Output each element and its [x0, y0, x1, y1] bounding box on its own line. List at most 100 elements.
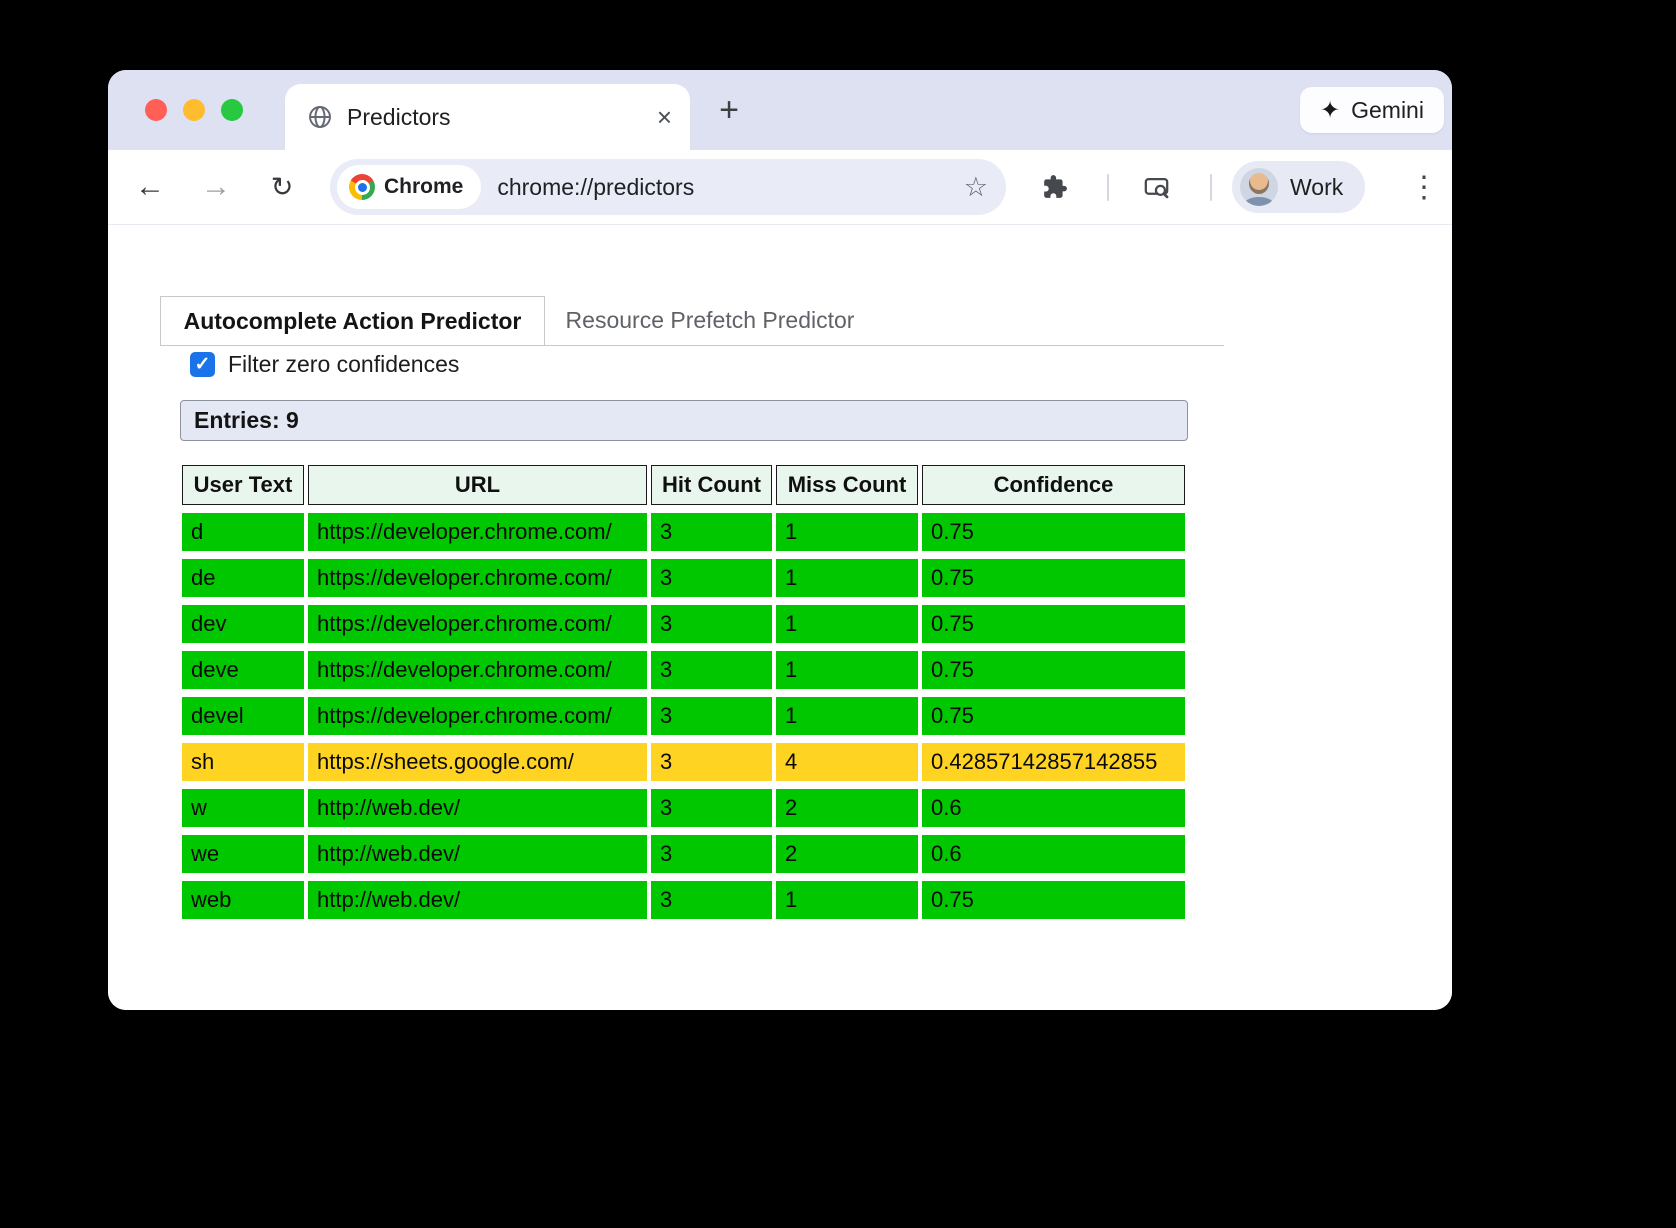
cell-confidence: 0.75	[922, 559, 1185, 597]
back-button[interactable]: ←	[128, 165, 172, 209]
cell-confidence: 0.6	[922, 789, 1185, 827]
tab-search-icon[interactable]	[1134, 165, 1178, 209]
chrome-chip[interactable]: Chrome	[337, 165, 481, 209]
browser-toolbar: ← → ↻ Chrome chrome://predictors ☆	[108, 150, 1452, 225]
table-body: dhttps://developer.chrome.com/310.75deht…	[182, 513, 1185, 919]
cell-miss-count: 2	[776, 789, 918, 827]
cell-hit-count: 3	[651, 605, 772, 643]
column-header: URL	[308, 465, 647, 505]
predictor-tabbar: Autocomplete Action Predictor Resource P…	[160, 296, 1224, 346]
cell-miss-count: 1	[776, 697, 918, 735]
tab-resource-prefetch-predictor[interactable]: Resource Prefetch Predictor	[545, 296, 875, 345]
minimize-window-button[interactable]	[183, 99, 205, 121]
cell-url: https://developer.chrome.com/	[308, 651, 647, 689]
cell-url: https://sheets.google.com/	[308, 743, 647, 781]
cell-confidence: 0.6	[922, 835, 1185, 873]
filter-row: ✓ Filter zero confidences	[190, 351, 459, 378]
cell-user-text: deve	[182, 651, 304, 689]
cell-hit-count: 3	[651, 789, 772, 827]
forward-button[interactable]: →	[194, 165, 238, 209]
table-row: webhttp://web.dev/310.75	[182, 881, 1185, 919]
gemini-sparkle-icon: ✦	[1320, 96, 1340, 125]
column-header: User Text	[182, 465, 304, 505]
globe-icon	[307, 104, 333, 130]
gemini-label: Gemini	[1351, 97, 1424, 124]
table-row: devhttps://developer.chrome.com/310.75	[182, 605, 1185, 643]
column-header: Miss Count	[776, 465, 918, 505]
tab-autocomplete-action-predictor[interactable]: Autocomplete Action Predictor	[160, 296, 545, 345]
cell-confidence: 0.42857142857142855	[922, 743, 1185, 781]
cell-url: http://web.dev/	[308, 881, 647, 919]
column-header: Confidence	[922, 465, 1185, 505]
cell-url: http://web.dev/	[308, 789, 647, 827]
cell-user-text: devel	[182, 697, 304, 735]
cell-confidence: 0.75	[922, 513, 1185, 551]
tab-strip: Predictors × + ✦ Gemini	[108, 70, 1452, 150]
cell-confidence: 0.75	[922, 697, 1185, 735]
cell-user-text: sh	[182, 743, 304, 781]
extensions-icon[interactable]	[1033, 165, 1077, 209]
cell-miss-count: 4	[776, 743, 918, 781]
filter-zero-confidences-checkbox[interactable]: ✓	[190, 352, 215, 377]
chrome-logo-icon	[349, 174, 375, 200]
cell-user-text: w	[182, 789, 304, 827]
cell-url: https://developer.chrome.com/	[308, 697, 647, 735]
browser-tab[interactable]: Predictors ×	[285, 84, 690, 150]
profile-chip[interactable]: Work	[1232, 161, 1365, 213]
predictors-table: User TextURLHit CountMiss CountConfidenc…	[178, 457, 1189, 927]
cell-user-text: we	[182, 835, 304, 873]
table-row: wehttp://web.dev/320.6	[182, 835, 1185, 873]
close-window-button[interactable]	[145, 99, 167, 121]
cell-hit-count: 3	[651, 743, 772, 781]
table-row: whttp://web.dev/320.6	[182, 789, 1185, 827]
cell-hit-count: 3	[651, 881, 772, 919]
column-header: Hit Count	[651, 465, 772, 505]
avatar	[1240, 168, 1278, 206]
profile-label: Work	[1290, 174, 1343, 201]
cell-url: https://developer.chrome.com/	[308, 513, 647, 551]
cell-confidence: 0.75	[922, 651, 1185, 689]
table-header-row: User TextURLHit CountMiss CountConfidenc…	[182, 465, 1185, 505]
url-text[interactable]: chrome://predictors	[497, 174, 694, 201]
page-content: Autocomplete Action Predictor Resource P…	[108, 225, 1452, 1010]
tab-title: Predictors	[347, 104, 657, 131]
cell-url: http://web.dev/	[308, 835, 647, 873]
reload-button[interactable]: ↻	[260, 165, 304, 209]
cell-hit-count: 3	[651, 651, 772, 689]
cell-miss-count: 1	[776, 881, 918, 919]
toolbar-divider	[1107, 174, 1109, 201]
address-bar[interactable]: Chrome chrome://predictors ☆	[330, 159, 1006, 215]
cell-confidence: 0.75	[922, 605, 1185, 643]
entries-count-bar: Entries: 9	[180, 400, 1188, 441]
gemini-button[interactable]: ✦ Gemini	[1300, 87, 1444, 133]
table-row: shhttps://sheets.google.com/340.42857142…	[182, 743, 1185, 781]
cell-miss-count: 2	[776, 835, 918, 873]
table-row: dhttps://developer.chrome.com/310.75	[182, 513, 1185, 551]
cell-hit-count: 3	[651, 513, 772, 551]
cell-url: https://developer.chrome.com/	[308, 605, 647, 643]
new-tab-button[interactable]: +	[707, 88, 751, 132]
cell-hit-count: 3	[651, 697, 772, 735]
cell-miss-count: 1	[776, 605, 918, 643]
cell-confidence: 0.75	[922, 881, 1185, 919]
cell-user-text: dev	[182, 605, 304, 643]
browser-window: Predictors × + ✦ Gemini ← → ↻ Chrome chr…	[108, 70, 1452, 1010]
table-row: develhttps://developer.chrome.com/310.75	[182, 697, 1185, 735]
table-row: dehttps://developer.chrome.com/310.75	[182, 559, 1185, 597]
menu-kebab-icon[interactable]: ⋮	[1402, 165, 1446, 209]
cell-hit-count: 3	[651, 835, 772, 873]
cell-user-text: web	[182, 881, 304, 919]
toolbar-divider	[1210, 174, 1212, 201]
chrome-chip-label: Chrome	[384, 175, 463, 199]
filter-label: Filter zero confidences	[228, 351, 459, 378]
maximize-window-button[interactable]	[221, 99, 243, 121]
cell-hit-count: 3	[651, 559, 772, 597]
cell-miss-count: 1	[776, 651, 918, 689]
cell-miss-count: 1	[776, 513, 918, 551]
bookmark-star-icon[interactable]: ☆	[964, 172, 988, 203]
cell-miss-count: 1	[776, 559, 918, 597]
cell-user-text: de	[182, 559, 304, 597]
tab-close-icon[interactable]: ×	[657, 104, 672, 130]
cell-user-text: d	[182, 513, 304, 551]
table-row: devehttps://developer.chrome.com/310.75	[182, 651, 1185, 689]
